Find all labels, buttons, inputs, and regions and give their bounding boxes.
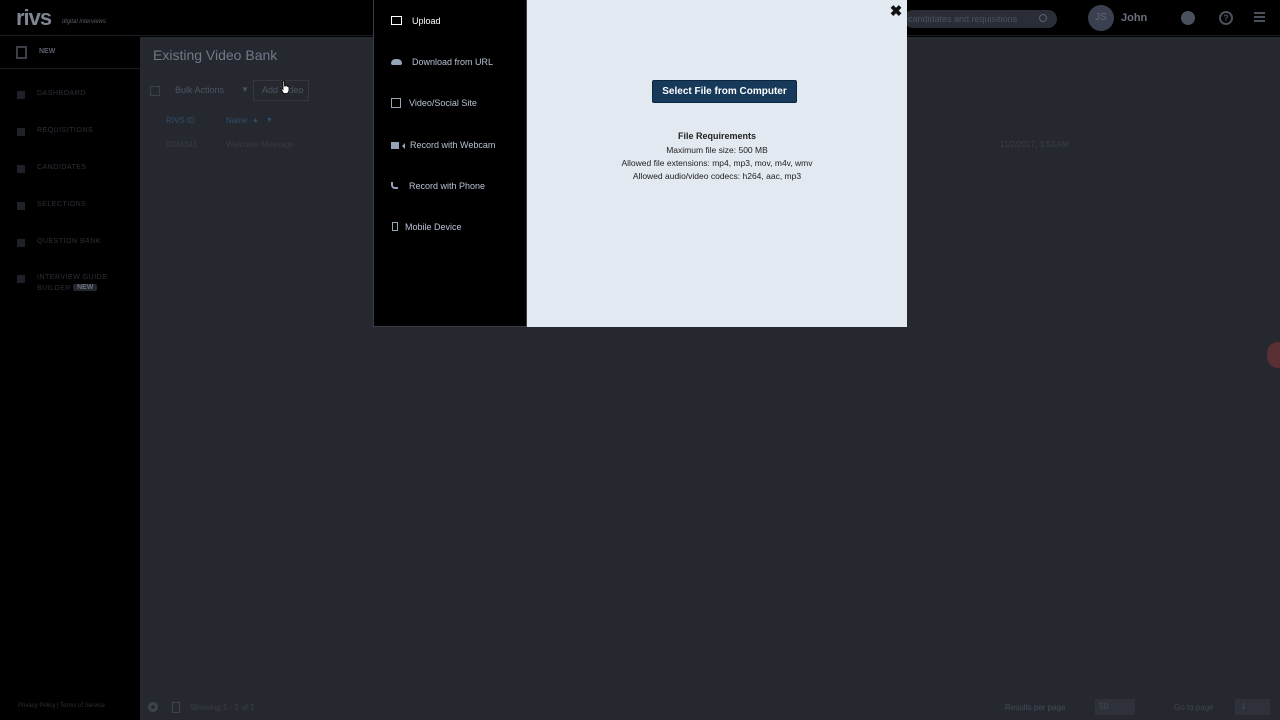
select-file-button[interactable]: Select File from Computer <box>652 80 797 103</box>
modal-upload-panel: ✖ Select File from Computer File Require… <box>527 0 907 327</box>
cloud-icon <box>391 59 402 65</box>
help-icon[interactable]: ? <box>1219 11 1233 25</box>
nav-item-label: Record with Phone <box>409 181 486 191</box>
bulk-actions-label: Bulk Actions <box>175 85 225 95</box>
sidebar-item-candidates[interactable]: CANDIDATES <box>0 160 140 180</box>
sidebar-item-requisitions[interactable]: REQUISITIONS <box>0 123 140 143</box>
dashboard-icon <box>17 91 25 99</box>
sidebar-item-question-bank[interactable]: QUESTION BANK <box>0 234 140 254</box>
upload-video-modal: Upload Download from URL Video/Social Si… <box>373 0 907 327</box>
globe-icon[interactable] <box>1181 11 1195 25</box>
nav-item-download-url[interactable]: Download from URL <box>374 52 526 74</box>
bulk-actions-dropdown[interactable]: Bulk Actions ▼ <box>150 82 255 100</box>
sidebar-new-label: NEW <box>39 48 56 55</box>
webcam-icon <box>391 142 405 149</box>
document-icon[interactable] <box>172 702 180 713</box>
table-cell-date: 11/2/2017, 3:53 AM <box>1000 140 1069 149</box>
nav-item-webcam[interactable]: Record with Webcam <box>374 135 526 157</box>
close-icon[interactable]: ✖ <box>889 4 903 20</box>
nav-item-label: Mobile Device <box>405 222 462 232</box>
file-requirements-title: File Requirements <box>677 131 757 141</box>
sidebar-new-button[interactable]: NEW <box>0 37 140 69</box>
sidebar-item-label: SELECTIONS <box>37 201 87 208</box>
social-icon <box>391 98 401 108</box>
requisitions-icon <box>17 128 25 136</box>
nav-item-social-site[interactable]: Video/Social Site <box>374 93 526 115</box>
logo-tagline: digital interviews <box>62 19 107 25</box>
interview-guide-icon <box>17 275 25 283</box>
sidebar-item-interview-guide-builder[interactable]: INTERVIEW GUIDE BUILDER NEW <box>0 270 140 300</box>
table-cell-name[interactable]: Welcome Message <box>226 140 294 149</box>
hamburger-menu-icon[interactable] <box>1254 12 1265 23</box>
results-per-page-label: Results per page <box>1005 703 1066 712</box>
sidebar-item-label: CANDIDATES <box>37 164 87 171</box>
requirement-extensions: Allowed file extensions: mp4, mp3, mov, … <box>621 158 813 168</box>
sidebar-item-label-line2: BUILDER <box>37 285 71 292</box>
nav-item-upload[interactable]: Upload <box>374 11 526 33</box>
column-header-rivs-id[interactable]: RIVS ID <box>166 116 195 125</box>
sidebar: NEW DASHBOARD REQUISITIONS CANDIDATES SE… <box>0 37 140 720</box>
requirement-codecs: Allowed audio/video codecs: h264, aac, m… <box>632 171 802 181</box>
select-all-checkbox[interactable] <box>150 86 160 96</box>
question-bank-icon <box>17 239 25 247</box>
showing-count: Showing 1 - 1 of 1 <box>190 703 255 712</box>
results-per-page-select[interactable]: 50 <box>1095 699 1135 715</box>
selections-icon <box>17 202 25 210</box>
table-cell-id: 8384341 <box>166 140 198 149</box>
nav-item-phone[interactable]: Record with Phone <box>374 176 526 198</box>
sidebar-item-label: REQUISITIONS <box>37 127 94 134</box>
modal-source-nav: Upload Download from URL Video/Social Si… <box>373 0 527 327</box>
sidebar-item-label: INTERVIEW GUIDE <box>37 274 108 281</box>
nav-item-label: Record with Webcam <box>410 140 496 150</box>
nav-item-label: Download from URL <box>412 57 494 67</box>
phone-icon <box>391 182 398 189</box>
avatar[interactable]: JS <box>1088 5 1114 31</box>
new-badge: NEW <box>73 284 98 291</box>
gear-icon[interactable] <box>148 702 158 712</box>
hand-cursor-icon <box>280 80 290 94</box>
sidebar-footer-links[interactable]: Privacy Policy | Terms of Service <box>18 703 105 709</box>
sidebar-item-dashboard[interactable]: DASHBOARD <box>0 86 140 106</box>
user-name[interactable]: John <box>1121 12 1147 24</box>
laptop-icon <box>391 16 402 25</box>
app-logo[interactable]: rivs <box>16 7 52 29</box>
candidates-icon <box>17 165 25 173</box>
pagination-bar: Showing 1 - 1 of 1 Results per page 50 G… <box>140 697 1280 720</box>
sidebar-item-label: DASHBOARD <box>37 90 86 97</box>
mobile-icon <box>392 222 398 231</box>
sidebar-item-selections[interactable]: SELECTIONS <box>0 197 140 217</box>
feedback-tab[interactable] <box>1267 342 1280 368</box>
nav-item-label: Upload <box>412 16 441 26</box>
go-to-page-label: Go to page <box>1174 703 1214 712</box>
nav-item-mobile[interactable]: Mobile Device <box>374 217 526 239</box>
page-title: Existing Video Bank <box>153 47 278 63</box>
chevron-down-icon: ▼ <box>241 85 249 94</box>
search-input[interactable]: candidates and requisitions <box>904 10 1057 28</box>
go-to-page-select[interactable]: 1 <box>1235 699 1270 715</box>
search-placeholder: candidates and requisitions <box>908 14 1018 24</box>
new-document-icon <box>16 46 27 59</box>
search-icon[interactable] <box>1039 14 1047 22</box>
sort-icon[interactable]: ▲ <box>252 117 259 124</box>
requirement-max-size: Maximum file size: 500 MB <box>666 145 768 155</box>
sidebar-item-label: QUESTION BANK <box>37 238 102 245</box>
filter-icon[interactable]: ▼ <box>266 117 273 124</box>
nav-item-label: Video/Social Site <box>409 98 477 108</box>
column-header-name[interactable]: Name <box>226 116 247 125</box>
